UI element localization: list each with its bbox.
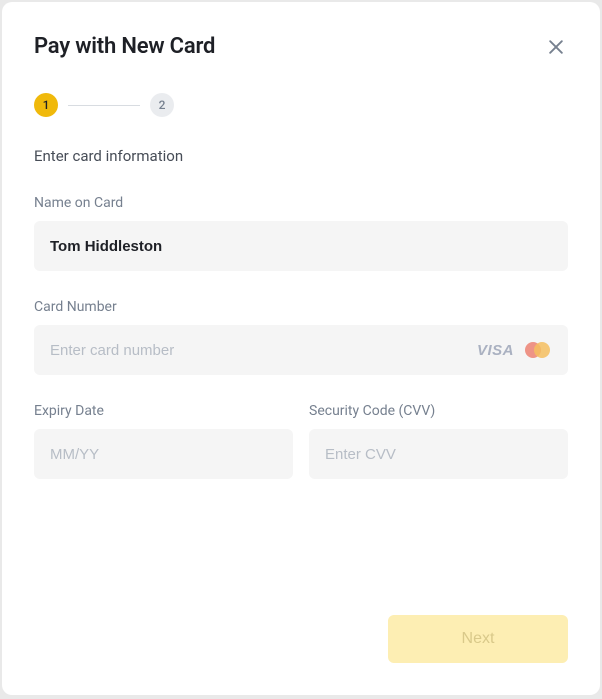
progress-stepper: 1 2	[34, 93, 568, 117]
modal-title: Pay with New Card	[34, 34, 215, 59]
pay-new-card-modal: Pay with New Card 1 2 Enter card informa…	[2, 2, 600, 695]
expiry-input-wrap	[34, 429, 293, 479]
card-brand-icons: VISA	[477, 340, 552, 360]
modal-footer: Next	[34, 615, 568, 663]
name-input-wrap	[34, 221, 568, 271]
modal-header: Pay with New Card	[34, 34, 568, 59]
card-number-input[interactable]	[50, 325, 477, 375]
mastercard-icon	[522, 340, 552, 360]
name-field-group: Name on Card	[34, 195, 568, 271]
visa-icon: VISA	[477, 342, 514, 359]
card-number-field-group: Card Number VISA	[34, 299, 568, 375]
step-connector	[68, 105, 140, 106]
card-number-label: Card Number	[34, 299, 568, 315]
next-button[interactable]: Next	[388, 615, 568, 663]
expiry-cvv-row: Expiry Date Security Code (CVV)	[34, 403, 568, 507]
cvv-input[interactable]	[325, 429, 552, 479]
name-input[interactable]	[50, 221, 552, 271]
cvv-input-wrap	[309, 429, 568, 479]
cvv-field-group: Security Code (CVV)	[309, 403, 568, 479]
expiry-field-group: Expiry Date	[34, 403, 293, 479]
close-icon	[546, 37, 566, 57]
step-1: 1	[34, 93, 58, 117]
expiry-label: Expiry Date	[34, 403, 293, 419]
close-button[interactable]	[544, 35, 568, 59]
name-label: Name on Card	[34, 195, 568, 211]
card-number-input-wrap: VISA	[34, 325, 568, 375]
instruction-text: Enter card information	[34, 147, 568, 165]
expiry-input[interactable]	[50, 429, 277, 479]
step-2: 2	[150, 93, 174, 117]
cvv-label: Security Code (CVV)	[309, 403, 568, 419]
